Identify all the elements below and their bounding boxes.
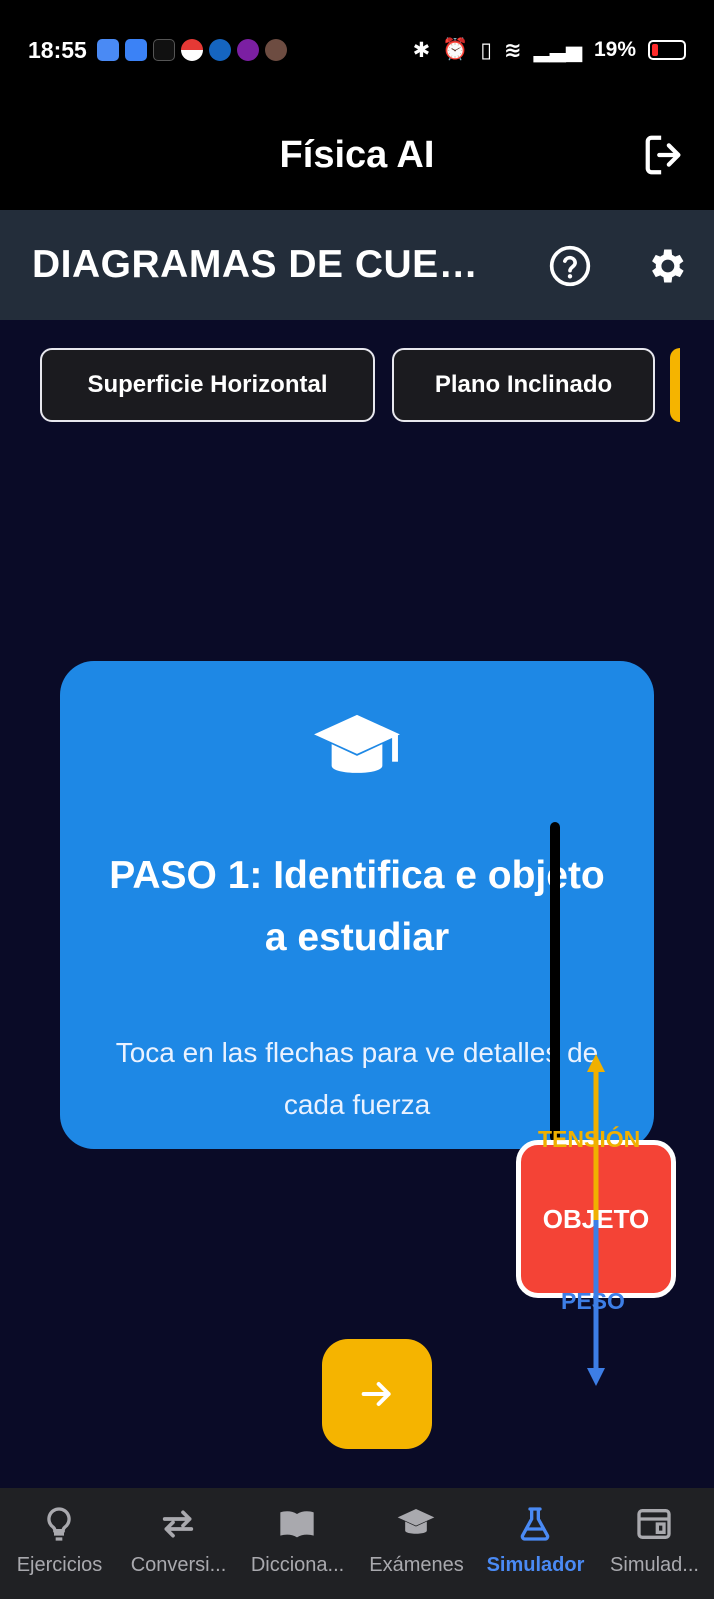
status-bar: 18:55 ✱ ⏰ ▯ ≋ ▂▃▅ 19% [0,0,714,100]
scenario-chips: Superficie Horizontal Plano Inclinado [40,348,714,424]
signal-icon: ▂▃▅ [533,38,582,62]
notification-icon [96,39,119,61]
notification-icons [96,39,287,61]
alarm-icon: ⏰ [442,38,469,61]
nav-label: Exámenes [369,1554,464,1576]
vibrate-icon: ▯ [480,38,492,62]
snap-icon [236,39,259,61]
nav-label: Simulad... [610,1554,699,1576]
app-title: Física AI [279,133,435,176]
nav-label: Dicciona... [250,1554,345,1576]
lightbulb-icon [47,1507,71,1541]
tension-label[interactable]: TENSIÓN [538,1126,640,1153]
battery-percent: 19% [593,38,636,61]
book-icon [280,1511,314,1538]
help-circle-icon[interactable] [548,244,592,288]
graduation-cap-icon [314,714,400,773]
logout-icon[interactable] [642,132,688,178]
flask-icon [520,1507,550,1541]
chip-superficie-horizontal[interactable]: Superficie Horizontal [40,348,375,422]
next-step-button[interactable] [322,1339,432,1449]
nav-ejercicios[interactable]: Ejercicios [0,1488,119,1599]
app-bar: Física AI [0,100,714,210]
status-time: 18:55 [28,36,87,63]
chip-plano-inclinado[interactable]: Plano Inclinado [392,348,655,422]
outlook-icon [208,39,231,61]
notification-icon [124,39,147,61]
swap-arrows-icon [162,1510,194,1538]
nav-conversiones[interactable]: Conversi... [119,1488,238,1599]
bluetooth-icon: ✱ [412,38,431,62]
nav-simulador-2[interactable]: Simulad... [595,1488,714,1599]
nav-label: Ejercicios [16,1554,103,1576]
pokeball-icon [180,39,203,61]
nav-examenes[interactable]: Exámenes [357,1488,476,1599]
chip-partial[interactable] [670,348,714,422]
wifi-icon: ≋ [503,38,522,62]
step-title: PASO 1: Identifica e objeto a estudiar [109,854,605,959]
gear-icon[interactable] [644,244,688,288]
bottom-nav: Ejercicios Conversi... Dicciona... Exáme… [0,1488,714,1599]
nav-simulador[interactable]: Simulador [476,1488,595,1599]
nav-diccionario[interactable]: Dicciona... [238,1488,357,1599]
section-title: DIAGRAMAS DE CUER... [32,243,492,286]
force-arrows [587,1054,605,1386]
status-right: ✱ ⏰ ▯ ≋ ▂▃▅ 19% [413,38,686,63]
section-header: DIAGRAMAS DE CUER... [0,210,714,320]
nav-label: Conversi... [130,1554,227,1576]
graduation-cap-icon [397,1509,435,1534]
arrow-right-icon [361,1382,391,1406]
nav-label: Simulador [486,1554,585,1576]
game-icon [264,39,287,61]
weight-label[interactable]: PESO [561,1288,625,1315]
tiktok-icon [152,39,175,61]
window-icon [637,1509,671,1539]
battery-icon [648,40,686,60]
